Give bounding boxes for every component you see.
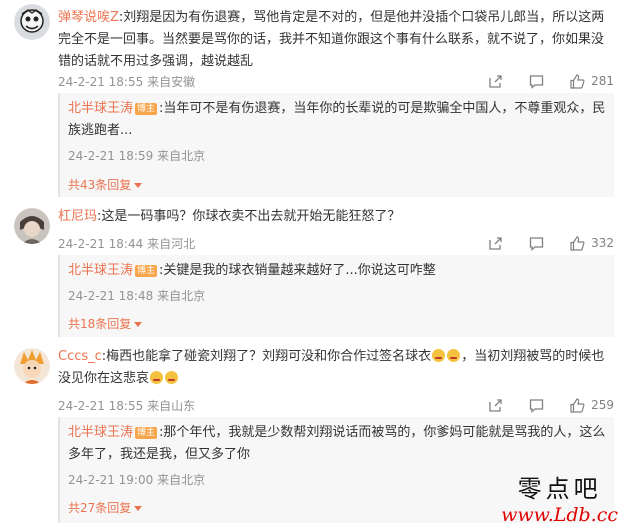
comment-location: 来自河北 (147, 237, 196, 251)
share-icon[interactable] (487, 397, 504, 414)
comment-time: 24-2-21 18:55 (58, 399, 144, 413)
caret-down-icon (134, 183, 143, 188)
reply-box: 北半球王涛 博主:关键是我的球衣销量越来越好了...你说这可咋整 24-2-21 … (58, 255, 614, 337)
caret-down-icon (134, 322, 143, 327)
reply-location: 来自北京 (157, 149, 206, 163)
watermark-url: www.Ldb.cc (501, 504, 618, 526)
reply-time: 24-2-21 18:59 (68, 149, 154, 163)
emoji-icon (432, 349, 446, 362)
comment-icon[interactable] (528, 73, 545, 90)
like-count: 332 (591, 236, 614, 250)
comment-username[interactable]: Cccs_c (58, 349, 102, 364)
reply-username[interactable]: 北半球王涛 (68, 425, 133, 440)
author-badge: 博主 (135, 427, 158, 439)
reply-username[interactable]: 北半球王涛 (68, 263, 133, 278)
reply-text: 北半球王涛 博主:那个年代，我就是少数帮刘翔说话而被骂的，你爹妈可能就是骂我的人，… (68, 422, 606, 466)
emoji-icon (165, 371, 179, 384)
reply-location: 来自北京 (157, 473, 206, 487)
comment-username[interactable]: 弹琴说唉Z (58, 10, 119, 25)
like-icon[interactable] (569, 235, 586, 252)
reply-meta: 24-2-21 18:59 来自北京 (68, 147, 205, 164)
share-icon[interactable] (487, 235, 504, 252)
comment-meta: 24-2-21 18:55 来自山东 (58, 397, 195, 414)
avatar[interactable] (14, 348, 50, 384)
caret-down-icon (134, 506, 143, 511)
more-replies-label: 共43条回复 (68, 178, 132, 192)
avatar[interactable] (14, 208, 50, 244)
reply-meta: 24-2-21 19:00 来自北京 (68, 471, 205, 488)
more-replies-label: 共27条回复 (68, 501, 132, 515)
comment-body: :梅西也能拿了碰瓷刘翔了？刘翔可没和你合作过签名球衣 (101, 349, 432, 364)
emoji-icon (150, 371, 164, 384)
more-replies-link[interactable]: 共18条回复 (68, 315, 143, 332)
author-badge: 博主 (135, 265, 158, 277)
more-replies-link[interactable]: 共43条回复 (68, 176, 143, 193)
comment-actions: 281 (487, 72, 614, 90)
reply-text: 北半球王涛 博主:关键是我的球衣销量越来越好了...你说这可咋整 (68, 260, 606, 282)
comment-body: :刘翔是因为有伤退赛，骂他肯定是不对的，但是他并没插个口袋吊儿郎当，所以这两完全… (58, 10, 605, 69)
avatar[interactable] (14, 4, 50, 40)
comment-actions: 259 (487, 396, 614, 414)
comment-time: 24-2-21 18:44 (58, 237, 144, 251)
reply-time: 24-2-21 19:00 (68, 473, 154, 487)
more-replies-label: 共18条回复 (68, 317, 132, 331)
reply-text: 北半球王涛 博主:当年可不是有伤退赛，当年你的长辈说的可是欺骗全中国人，不尊重观众… (68, 98, 606, 142)
comment-meta: 24-2-21 18:44 来自河北 (58, 235, 195, 252)
reply-body: :关键是我的球衣销量越来越好了...你说这可咋整 (159, 263, 436, 278)
comment-text: 杠尼玛:这是一码事吗？你球衣卖不出去就开始无能狂怒了？ (58, 206, 614, 228)
comment-actions: 332 (487, 234, 614, 252)
comment-icon[interactable] (528, 235, 545, 252)
reply-location: 来自北京 (157, 289, 206, 303)
comment-username[interactable]: 杠尼玛 (58, 209, 97, 224)
reply-time: 24-2-21 18:48 (68, 289, 154, 303)
reply-meta: 24-2-21 18:48 来自北京 (68, 287, 205, 304)
comment-icon[interactable] (528, 397, 545, 414)
like-icon[interactable] (569, 397, 586, 414)
comment-meta: 24-2-21 18:55 来自安徽 (58, 73, 195, 90)
like-icon[interactable] (569, 73, 586, 90)
author-badge: 博主 (135, 103, 158, 115)
comment-location: 来自山东 (147, 399, 196, 413)
watermark-title: 零点吧 (517, 475, 602, 503)
like-count: 259 (591, 398, 614, 412)
reply-box: 北半球王涛 博主:当年可不是有伤退赛，当年你的长辈说的可是欺骗全中国人，不尊重观众… (58, 93, 614, 197)
emoji-icon (447, 349, 461, 362)
more-replies-link[interactable]: 共27条回复 (68, 499, 143, 516)
comment-time: 24-2-21 18:55 (58, 75, 144, 89)
comment-text: Cccs_c:梅西也能拿了碰瓷刘翔了？刘翔可没和你合作过签名球衣 ，当初刘翔被骂的… (58, 346, 614, 390)
reply-username[interactable]: 北半球王涛 (68, 101, 133, 116)
comment-text: 弹琴说唉Z:刘翔是因为有伤退赛，骂他肯定是不对的，但是他并没插个口袋吊儿郎当，所… (58, 7, 614, 73)
share-icon[interactable] (487, 73, 504, 90)
like-count: 281 (591, 74, 614, 88)
comment-item: 弹琴说唉Z:刘翔是因为有伤退赛，骂他肯定是不对的，但是他并没插个口袋吊儿郎当，所… (0, 0, 632, 200)
watermark: 零点吧 www.Ldb.cc (501, 469, 618, 526)
comment-item: 杠尼玛:这是一码事吗？你球衣卖不出去就开始无能狂怒了？ 24-2-21 18:4… (0, 200, 632, 340)
comment-location: 来自安徽 (147, 75, 196, 89)
comment-body: :这是一码事吗？你球衣卖不出去就开始无能狂怒了？ (97, 209, 401, 224)
